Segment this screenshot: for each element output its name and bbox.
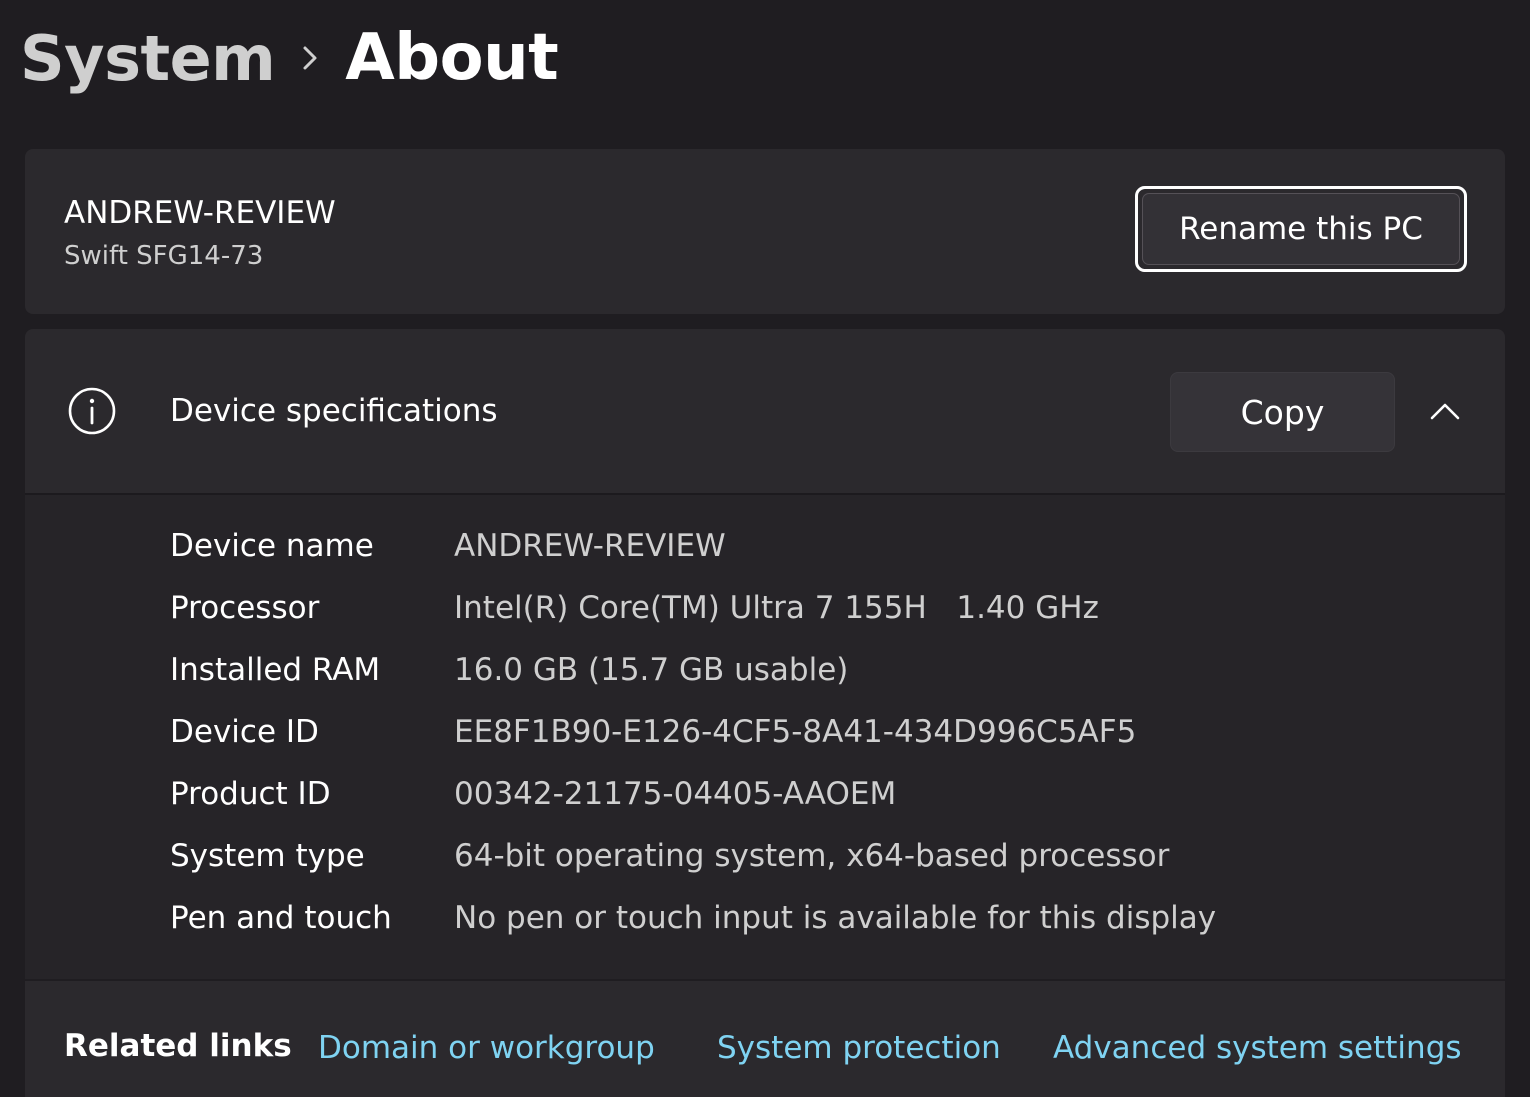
- device-model-text: Swift SFG14-73: [64, 241, 264, 271]
- spec-value: 00342-21175-04405-AAOEM: [454, 776, 897, 812]
- device-specifications-title: Device specifications: [170, 393, 498, 429]
- chevron-right-icon: [275, 18, 345, 98]
- spec-label: Processor: [170, 590, 320, 626]
- copy-specs-button[interactable]: Copy: [1170, 372, 1395, 452]
- spec-value: ANDREW-REVIEW: [454, 528, 726, 564]
- spec-row-device-name: Device name ANDREW-REVIEW: [25, 515, 1505, 577]
- spec-value: No pen or touch input is available for t…: [454, 900, 1217, 936]
- related-links-title: Related links: [64, 1028, 292, 1064]
- advanced-system-settings-link[interactable]: Advanced system settings: [1053, 1030, 1462, 1066]
- breadcrumb: System About: [20, 18, 559, 98]
- related-links-bar: Related links Domain or workgroup System…: [25, 981, 1505, 1097]
- spec-row-pen-and-touch: Pen and touch No pen or touch input is a…: [25, 887, 1505, 949]
- spec-row-processor: Processor Intel(R) Core(TM) Ultra 7 155H…: [25, 577, 1505, 639]
- device-name-heading: ANDREW-REVIEW: [64, 195, 336, 231]
- spec-value: 16.0 GB (15.7 GB usable): [454, 652, 849, 688]
- device-specifications-header[interactable]: Device specifications Copy: [25, 329, 1505, 495]
- rename-button-label: Rename this PC: [1179, 211, 1423, 247]
- chevron-up-icon[interactable]: [1427, 399, 1463, 423]
- device-header-card: ANDREW-REVIEW Swift SFG14-73 Rename this…: [25, 149, 1505, 314]
- spec-label: Pen and touch: [170, 900, 392, 936]
- spec-row-product-id: Product ID 00342-21175-04405-AAOEM: [25, 763, 1505, 825]
- spec-label: Product ID: [170, 776, 331, 812]
- spec-label: System type: [170, 838, 365, 874]
- spec-value: Intel(R) Core(TM) Ultra 7 155H 1.40 GHz: [454, 590, 1099, 626]
- spec-label: Installed RAM: [170, 652, 381, 688]
- spec-value: EE8F1B90-E126-4CF5-8A41-434D996C5AF5: [454, 714, 1137, 750]
- spec-label: Device name: [170, 528, 374, 564]
- page-title: About: [345, 21, 559, 95]
- system-protection-link[interactable]: System protection: [717, 1030, 1001, 1066]
- spec-row-installed-ram: Installed RAM 16.0 GB (15.7 GB usable): [25, 639, 1505, 701]
- spec-row-device-id: Device ID EE8F1B90-E126-4CF5-8A41-434D99…: [25, 701, 1505, 763]
- breadcrumb-system-link[interactable]: System: [20, 22, 276, 95]
- rename-pc-button[interactable]: Rename this PC: [1135, 186, 1467, 272]
- spec-value: 64-bit operating system, x64-based proce…: [454, 838, 1170, 874]
- about-page: System About ANDREW-REVIEW Swift SFG14-7…: [0, 0, 1530, 1097]
- spec-label: Device ID: [170, 714, 319, 750]
- spec-row-system-type: System type 64-bit operating system, x64…: [25, 825, 1505, 887]
- device-specifications-card: Device specifications Copy Device name A…: [25, 329, 1505, 979]
- device-specifications-body: Device name ANDREW-REVIEW Processor Inte…: [25, 495, 1505, 979]
- info-icon: [68, 387, 116, 435]
- domain-or-workgroup-link[interactable]: Domain or workgroup: [318, 1030, 655, 1066]
